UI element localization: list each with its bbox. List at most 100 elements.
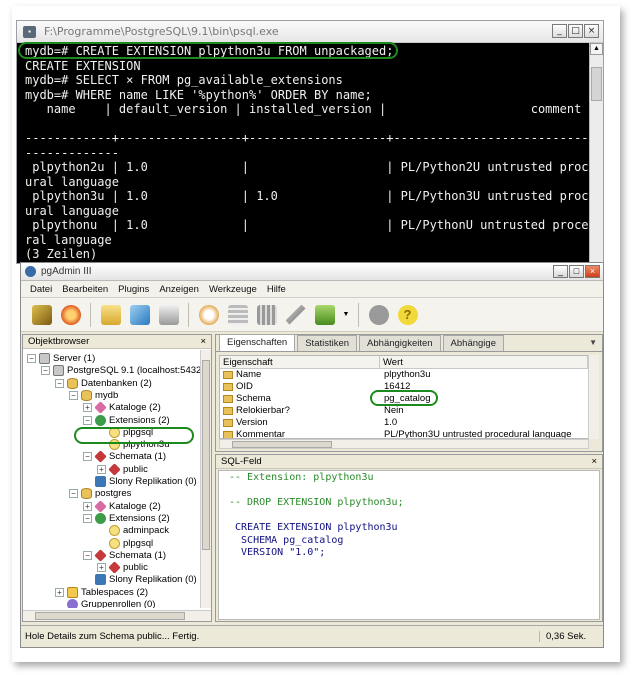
collapse-icon[interactable]: − xyxy=(69,390,78,400)
console-scrollbar[interactable]: ▲ xyxy=(589,43,603,263)
tree-item[interactable]: plpython3u xyxy=(97,438,169,451)
expand-icon[interactable]: + xyxy=(83,501,92,511)
menu-plugins[interactable]: Plugins xyxy=(113,284,154,295)
properties-horizontal-scrollbar[interactable] xyxy=(219,439,589,449)
tree-item[interactable]: − Server (1) xyxy=(27,352,95,365)
tree-scroll-thumb[interactable] xyxy=(202,360,210,550)
view-data-button[interactable] xyxy=(225,302,250,327)
pgadmin-window[interactable]: pgAdmin III _ □ × Datei Bearbeiten Plugins… xyxy=(20,262,604,648)
pgadmin-titlebar[interactable]: pgAdmin III _ □ × xyxy=(21,263,603,281)
tree-item[interactable]: + Kataloge (2) xyxy=(83,401,161,414)
tree-item[interactable]: − PostgreSQL 9.1 (localhost:5432) xyxy=(41,364,201,377)
table-row[interactable]: Version 1.0 xyxy=(220,417,588,429)
plugins-dropdown[interactable]: ▼ xyxy=(341,302,351,327)
tree-item[interactable]: plpgsql xyxy=(97,537,153,550)
filter-data-button[interactable] xyxy=(254,302,279,327)
close-icon[interactable]: × xyxy=(200,336,206,347)
tree-item[interactable]: − Schemata (1) xyxy=(83,549,166,562)
menu-datei[interactable]: Datei xyxy=(25,284,57,295)
tree-item[interactable]: − Datenbanken (2) xyxy=(55,377,152,390)
properties-button[interactable] xyxy=(98,302,123,327)
console-output[interactable]: mydb=# CREATE EXTENSION plpython3u FROM … xyxy=(17,43,589,263)
tree-item[interactable]: + Kataloge (2) xyxy=(83,499,161,513)
delete-button[interactable] xyxy=(156,302,181,327)
collapse-icon[interactable]: − xyxy=(41,366,50,376)
tree-horizontal-scrollbar[interactable] xyxy=(23,610,211,621)
collapse-icon[interactable]: − xyxy=(83,452,92,462)
psql-console-window[interactable]: ▪ F:\Programme\PostgreSQL\9.1\bin\psql.e… xyxy=(16,20,604,264)
sql-line: -- DROP EXTENSION plpython3u; xyxy=(229,497,404,508)
scroll-up-icon[interactable]: ▲ xyxy=(590,43,603,55)
tree-item[interactable]: − mydb xyxy=(69,389,118,402)
help-button[interactable]: ? xyxy=(395,302,420,327)
tab-abhngige[interactable]: Abhängige xyxy=(442,335,504,351)
expand-icon[interactable]: + xyxy=(55,587,64,597)
maintenance-button[interactable] xyxy=(283,302,308,327)
plugins-button[interactable] xyxy=(312,302,337,327)
console-scroll-thumb[interactable] xyxy=(591,67,602,101)
chevron-down-icon[interactable]: ▼ xyxy=(589,338,597,347)
object-tree[interactable]: − Server (1) − PostgreSQL 9.1 (localhost:54… xyxy=(23,350,201,608)
tree-item[interactable]: − Extensions (2) xyxy=(83,414,170,427)
maximize-button[interactable]: □ xyxy=(569,265,584,278)
maximize-button[interactable]: □ xyxy=(568,24,583,38)
hint-button[interactable] xyxy=(366,302,391,327)
column-header-property[interactable]: Eigenschaft xyxy=(220,356,380,368)
table-row[interactable]: Kommentar PL/Python3U untrusted procedura… xyxy=(220,429,588,438)
tree-item[interactable]: adminpack xyxy=(97,524,169,537)
menu-anzeigen[interactable]: Anzeigen xyxy=(154,284,204,295)
expand-icon[interactable]: + xyxy=(83,403,92,413)
tab-statistiken[interactable]: Statistiken xyxy=(297,335,358,351)
close-icon[interactable]: × xyxy=(591,456,597,467)
tree-item[interactable]: plpgsql xyxy=(97,426,153,439)
table-row[interactable]: Relokierbar? Nein xyxy=(220,405,588,417)
tree-item[interactable]: − Extensions (2) xyxy=(83,512,170,525)
table-row[interactable]: OID 16412 xyxy=(220,381,588,393)
property-name-cell: Schema xyxy=(220,393,380,405)
menu-werkzeuge[interactable]: Werkzeuge xyxy=(204,284,262,295)
collapse-icon[interactable]: − xyxy=(55,378,64,388)
close-button[interactable]: × xyxy=(585,265,600,278)
collapse-icon[interactable]: − xyxy=(83,415,92,425)
properties-vertical-scrollbar[interactable] xyxy=(588,355,599,439)
console-titlebar[interactable]: ▪ F:\Programme\PostgreSQL\9.1\bin\psql.e… xyxy=(17,21,603,43)
schema-icon xyxy=(108,462,121,476)
menu-bearbeiten[interactable]: Bearbeiten xyxy=(57,284,113,295)
properties-hscroll-thumb[interactable] xyxy=(232,441,332,448)
table-row[interactable]: Name plpython3u xyxy=(220,369,588,381)
console-line: mydb=# WHERE name LIKE '%python%' ORDER … xyxy=(25,87,372,102)
console-line: (3 Zeilen) xyxy=(25,247,98,261)
column-header-value[interactable]: Wert xyxy=(380,356,588,368)
tree-item[interactable]: + Tablespaces (2) xyxy=(55,586,148,599)
collapse-icon[interactable]: − xyxy=(69,489,78,499)
tree-item[interactable]: Slony Replikation (0) xyxy=(83,475,197,488)
refresh-button[interactable] xyxy=(58,302,83,327)
collapse-icon[interactable]: − xyxy=(27,354,36,363)
sql-editor[interactable]: -- Extension: plpython3u -- DROP EXTENSIO… xyxy=(218,470,600,620)
collapse-icon[interactable]: − xyxy=(83,550,92,560)
expand-icon[interactable]: + xyxy=(97,464,106,474)
sql-query-button[interactable] xyxy=(196,302,221,327)
tree-item[interactable]: − postgres xyxy=(69,487,131,500)
table-row[interactable]: Schema pg_catalog xyxy=(220,393,588,405)
tree-item-label: public xyxy=(123,562,148,574)
tree-hscroll-thumb[interactable] xyxy=(35,612,185,620)
minimize-button[interactable]: _ xyxy=(552,24,567,38)
tree-vertical-scrollbar[interactable] xyxy=(200,350,211,608)
collapse-icon[interactable]: − xyxy=(83,513,92,523)
console-window-buttons: _ □ × xyxy=(552,24,599,38)
tab-eigenschaften[interactable]: Eigenschaften xyxy=(219,334,296,351)
tree-item[interactable]: + public xyxy=(97,462,148,476)
expand-icon[interactable]: + xyxy=(97,563,106,573)
connect-button[interactable] xyxy=(29,302,54,327)
tree-item[interactable]: Gruppenrollen (0) xyxy=(55,598,155,608)
property-icon xyxy=(223,419,233,427)
tree-item[interactable]: − Schemata (1) xyxy=(83,450,166,464)
close-button[interactable]: × xyxy=(584,24,599,38)
create-object-button[interactable] xyxy=(127,302,152,327)
tree-item[interactable]: + public xyxy=(97,561,148,574)
tab-abhngigkeiten[interactable]: Abhängigkeiten xyxy=(359,335,441,351)
menu-hilfe[interactable]: Hilfe xyxy=(262,284,291,295)
tree-item[interactable]: Slony Replikation (0) xyxy=(83,573,197,586)
minimize-button[interactable]: _ xyxy=(553,265,568,278)
